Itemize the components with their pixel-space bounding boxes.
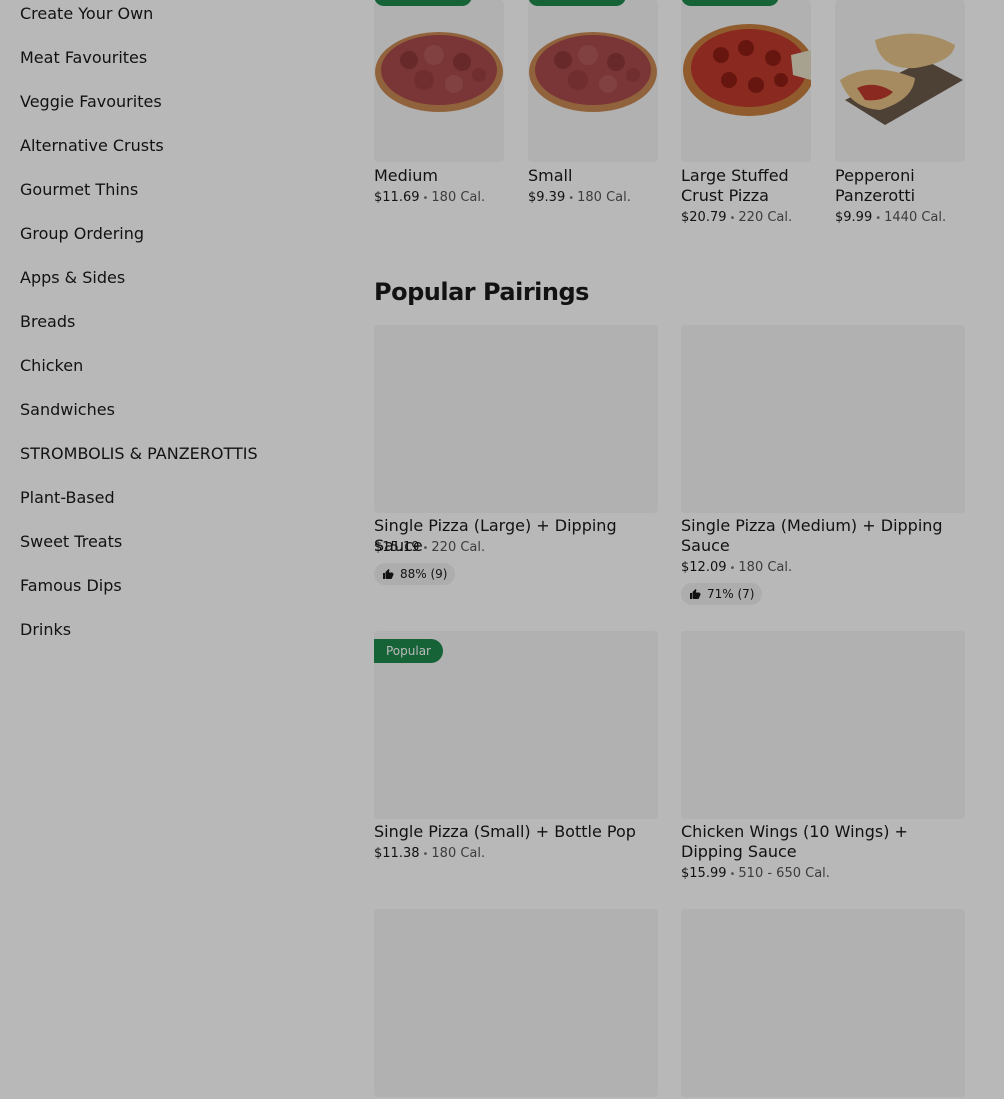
pairing-name: Single Pizza (Medium) + Dipping Sauce xyxy=(681,516,943,555)
item-calories: 180 Cal. xyxy=(577,190,631,205)
pairing-calories: 220 Cal. xyxy=(431,540,486,555)
item-calories: 1440 Cal. xyxy=(884,210,947,225)
thumbs-up-icon xyxy=(383,569,394,579)
rating-text: 88% (9) xyxy=(400,567,448,581)
item-name: Pepperoni Panzerotti xyxy=(835,166,916,205)
category-breads[interactable]: Breads xyxy=(20,312,75,332)
item-meta: $11.69 • 180 Cal. xyxy=(374,189,485,208)
item-calories: 220 Cal. xyxy=(738,210,793,225)
item-price: $20.79 xyxy=(681,210,727,225)
pairing-price: $12.09 xyxy=(681,560,727,575)
panzerotti-image xyxy=(835,0,965,162)
section-title-popular-pairings: Popular Pairings xyxy=(374,278,589,306)
category-plant-based[interactable]: Plant-Based xyxy=(20,488,115,508)
pairing-image xyxy=(681,325,965,513)
category-create-your-own[interactable]: Create Your Own xyxy=(20,4,153,24)
pairing-meta: $15.99 • 510 - 650 Cal. xyxy=(681,865,830,884)
item-meta: $9.99 • 1440 Cal. xyxy=(835,209,946,228)
pairing-name: Chicken Wings (10 Wings) + Dipping Sauce xyxy=(681,822,908,861)
pairing-calories: 510 - 650 Cal. xyxy=(738,866,830,881)
pairing-meta: $11.38 • 180 Cal. xyxy=(374,845,485,864)
pizza-image xyxy=(374,0,504,162)
pairing-image xyxy=(374,325,658,513)
category-sweet-treats[interactable]: Sweet Treats xyxy=(20,532,122,552)
popular-badge: Popular xyxy=(374,639,443,663)
rating-pill: 71% (7) xyxy=(681,583,763,605)
separator-dot: • xyxy=(729,563,736,574)
separator-dot: • xyxy=(568,193,575,204)
item-name: Large Stuffed Crust Pizza xyxy=(681,166,789,205)
separator-dot: • xyxy=(729,213,736,224)
category-strombolis-panzerottis[interactable]: STROMBOLIS & PANZEROTTIS xyxy=(20,444,258,464)
tag-badge xyxy=(528,0,626,6)
pairing-price: $11.38 xyxy=(374,846,420,861)
tag-badge xyxy=(374,0,472,6)
pairing-calories: 180 Cal. xyxy=(431,846,486,861)
pairing-image xyxy=(374,909,658,1097)
separator-dot: • xyxy=(422,193,429,204)
item-price: $9.99 xyxy=(835,210,873,225)
pairing-image xyxy=(681,631,965,819)
pairing-meta: $12.09 • 180 Cal. xyxy=(681,559,792,578)
item-name: Medium xyxy=(374,166,438,185)
category-meat-favourites[interactable]: Meat Favourites xyxy=(20,48,147,68)
item-name: Small xyxy=(528,166,573,185)
pairing-meta: $15.19 • 220 Cal. xyxy=(374,539,485,558)
category-drinks[interactable]: Drinks xyxy=(20,620,71,640)
pepperoni-pizza-image xyxy=(681,0,811,162)
separator-dot: • xyxy=(422,543,429,554)
tag-badge xyxy=(681,0,779,6)
thumbs-up-icon xyxy=(690,589,701,599)
pairing-calories: 180 Cal. xyxy=(738,560,793,575)
item-meta: $9.39 • 180 Cal. xyxy=(528,189,631,208)
separator-dot: • xyxy=(422,849,429,860)
category-alternative-crusts[interactable]: Alternative Crusts xyxy=(20,136,164,156)
item-meta: $20.79 • 220 Cal. xyxy=(681,209,792,228)
category-apps-sides[interactable]: Apps & Sides xyxy=(20,268,125,288)
separator-dot: • xyxy=(729,869,736,880)
separator-dot: • xyxy=(875,213,882,224)
category-veggie-favourites[interactable]: Veggie Favourites xyxy=(20,92,162,112)
category-group-ordering[interactable]: Group Ordering xyxy=(20,224,144,244)
pairing-price: $15.99 xyxy=(681,866,727,881)
item-price: $9.39 xyxy=(528,190,566,205)
rating-pill: 88% (9) xyxy=(374,563,456,585)
pairing-name: Single Pizza (Small) + Bottle Pop xyxy=(374,822,636,841)
category-sandwiches[interactable]: Sandwiches xyxy=(20,400,115,420)
category-famous-dips[interactable]: Famous Dips xyxy=(20,576,122,596)
pizza-image xyxy=(528,0,658,162)
item-price: $11.69 xyxy=(374,190,420,205)
category-gourmet-thins[interactable]: Gourmet Thins xyxy=(20,180,138,200)
pairing-image xyxy=(681,909,965,1097)
rating-text: 71% (7) xyxy=(707,587,755,601)
category-chicken[interactable]: Chicken xyxy=(20,356,83,376)
pairing-price: $15.19 xyxy=(374,540,420,555)
item-calories: 180 Cal. xyxy=(431,190,486,205)
